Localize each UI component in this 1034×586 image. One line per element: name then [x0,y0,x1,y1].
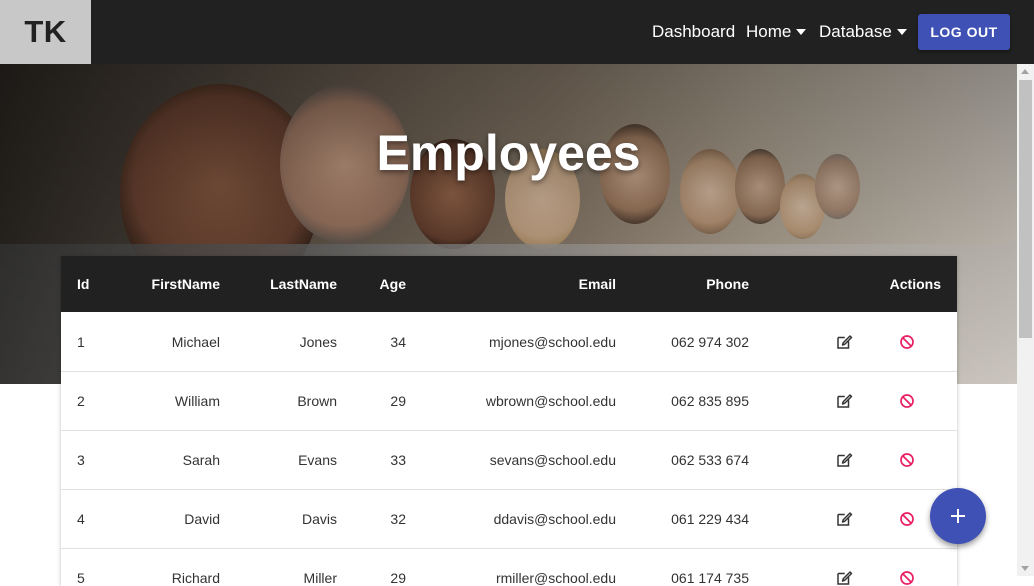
scrollbar-thumb[interactable] [1019,80,1032,338]
cell-email: ddavis@school.edu [493,510,616,527]
table-row: 1 Michael Jones 34 mjones@school.edu 062… [61,312,957,372]
header-firstname[interactable]: FirstName [152,256,220,312]
scroll-up-arrow-icon[interactable] [1021,69,1029,74]
cell-firstname: Richard [171,569,220,586]
nav-home-label: Home [746,22,792,41]
header-lastname[interactable]: LastName [270,256,337,312]
caret-down-icon [796,29,807,35]
block-icon[interactable] [899,548,915,586]
cell-id: 3 [77,451,85,468]
cell-id: 4 [77,510,85,527]
cell-age: 34 [390,333,406,350]
table-row: 3 Sarah Evans 33 sevans@school.edu 062 5… [61,430,957,490]
edit-icon[interactable] [835,548,853,586]
page-scrollbar[interactable] [1017,64,1034,576]
cell-id: 1 [77,333,85,350]
nav-dashboard-label: Dashboard [652,22,736,41]
table-row: 2 William Brown 29 wbrown@school.edu 062… [61,371,957,431]
cell-lastname: Brown [297,392,337,409]
logo[interactable]: TK [0,0,91,64]
cell-firstname: Sarah [182,451,220,468]
cell-email: rmiller@school.edu [495,569,616,586]
block-icon[interactable] [899,489,915,548]
cell-lastname: Jones [299,333,337,350]
cell-id: 5 [77,569,85,586]
nav-database-label: Database [819,22,892,41]
cell-phone: 062 974 302 [671,333,749,350]
edit-icon[interactable] [835,312,853,371]
nav-database-dropdown[interactable]: Database [819,0,907,64]
cell-id: 2 [77,392,85,409]
nav-home-dropdown[interactable]: Home [746,0,807,64]
cell-phone: 062 533 674 [671,451,749,468]
cell-phone: 061 174 735 [671,569,749,586]
add-employee-button[interactable] [930,488,986,544]
nav-dashboard-link[interactable]: Dashboard [652,0,735,64]
cell-lastname: Evans [298,451,337,468]
block-icon[interactable] [899,371,915,430]
cell-firstname: David [184,510,220,527]
header-actions: Actions [889,276,941,292]
cell-age: 29 [390,569,406,586]
header-id[interactable]: Id [77,256,89,312]
table-row: 4 David Davis 32 ddavis@school.edu 061 2… [61,489,957,549]
cell-firstname: William [174,392,220,409]
scroll-down-arrow-icon[interactable] [1021,566,1029,571]
caret-down-icon [896,29,907,35]
cell-email: mjones@school.edu [488,333,616,350]
logout-button[interactable]: LOG OUT [918,14,1010,50]
header-age[interactable]: Age [380,256,406,312]
cell-age: 32 [390,510,406,527]
table-header: Id FirstName LastName Age Email Phone Ac… [61,256,957,312]
table-row: 5 Richard Miller 29 rmiller@school.edu 0… [61,548,957,586]
top-app-bar: TK Dashboard Home Database LOG OUT [0,0,1034,64]
cell-email: wbrown@school.edu [485,392,616,409]
cell-phone: 061 229 434 [671,510,749,527]
edit-icon[interactable] [835,430,853,489]
header-phone[interactable]: Phone [706,256,749,312]
cell-firstname: Michael [171,333,220,350]
block-icon[interactable] [899,312,915,371]
cell-phone: 062 835 895 [671,392,749,409]
block-icon[interactable] [899,430,915,489]
cell-lastname: Davis [301,510,337,527]
edit-icon[interactable] [835,489,853,548]
cell-email: sevans@school.edu [489,451,616,468]
header-email[interactable]: Email [579,256,616,312]
employees-table: Id FirstName LastName Age Email Phone Ac… [61,256,957,586]
cell-age: 33 [390,451,406,468]
plus-icon [951,509,965,523]
page-title: Employees [376,125,641,181]
cell-age: 29 [390,392,406,409]
edit-icon[interactable] [835,371,853,430]
cell-lastname: Miller [303,569,337,586]
